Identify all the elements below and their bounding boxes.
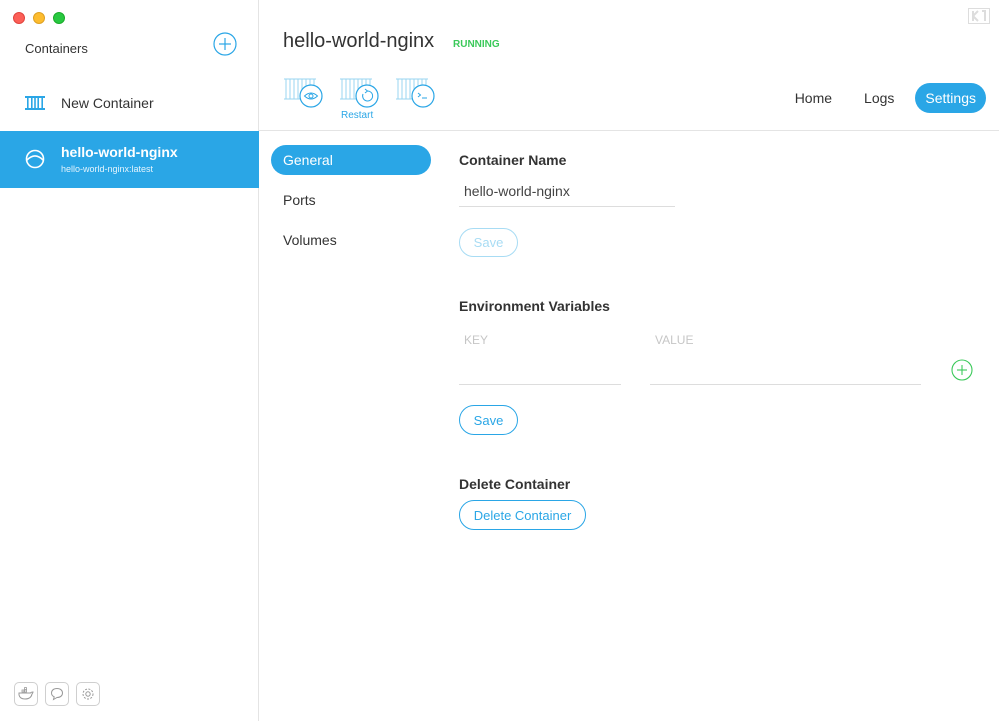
preferences-button[interactable] (76, 682, 100, 706)
value-column-label: VALUE (655, 333, 694, 347)
tab-home[interactable]: Home (784, 83, 843, 113)
page-title: hello-world-nginx (283, 30, 435, 52)
add-env-var-icon[interactable] (951, 359, 973, 381)
exec-terminal-icon[interactable] (395, 76, 435, 108)
sidebar: Containers New Container hello-world-ngi… (0, 0, 259, 721)
container-name: hello-world-nginx (61, 144, 178, 160)
chat-bubble-icon (50, 687, 64, 701)
kitematic-logo-icon (968, 8, 990, 24)
container-name-heading: Container Name (459, 152, 567, 168)
settings-subnav: General Ports Volumes (271, 145, 431, 265)
container-image: hello-world-nginx:latest (61, 164, 154, 174)
status-badge: RUNNING (453, 39, 500, 50)
docker-cli-button[interactable] (14, 682, 38, 706)
view-tabs: Home Logs Settings (784, 83, 986, 113)
add-container-icon[interactable] (213, 32, 237, 56)
new-container-label: New Container (61, 95, 154, 111)
subnav-volumes[interactable]: Volumes (271, 225, 431, 255)
container-header: hello-world-nginx RUNNING Restart Home L… (259, 0, 999, 131)
sidebar-footer (14, 682, 100, 706)
env-key-input[interactable] (459, 357, 621, 385)
tab-logs[interactable]: Logs (853, 83, 905, 113)
key-column-label: KEY (464, 333, 489, 347)
running-container-icon (25, 149, 45, 169)
delete-container-heading: Delete Container (459, 476, 571, 492)
environment-variables-heading: Environment Variables (459, 298, 610, 314)
restart-label: Restart (341, 110, 374, 121)
whale-icon (18, 687, 34, 700)
env-value-input[interactable] (650, 357, 921, 385)
zoom-window-button[interactable] (53, 12, 65, 24)
subnav-ports[interactable]: Ports (271, 185, 431, 215)
new-container-item[interactable]: New Container (0, 74, 259, 132)
container-icon (25, 96, 45, 110)
container-name-input[interactable]: hello-world-nginx (459, 180, 675, 207)
save-env-button[interactable]: Save (459, 405, 518, 435)
subnav-general[interactable]: General (271, 145, 431, 175)
preview-container-icon[interactable] (283, 76, 323, 108)
window-controls (13, 12, 65, 24)
sidebar-title: Containers (25, 41, 88, 56)
tab-settings[interactable]: Settings (915, 83, 986, 113)
minimize-window-button[interactable] (33, 12, 45, 24)
gear-icon (82, 688, 94, 700)
save-name-button[interactable]: Save (459, 228, 518, 257)
close-window-button[interactable] (13, 12, 25, 24)
delete-container-button[interactable]: Delete Container (459, 500, 586, 530)
restart-container-icon[interactable] (339, 76, 379, 108)
container-list-item[interactable]: hello-world-nginx hello-world-nginx:late… (0, 131, 259, 188)
feedback-button[interactable] (45, 682, 69, 706)
